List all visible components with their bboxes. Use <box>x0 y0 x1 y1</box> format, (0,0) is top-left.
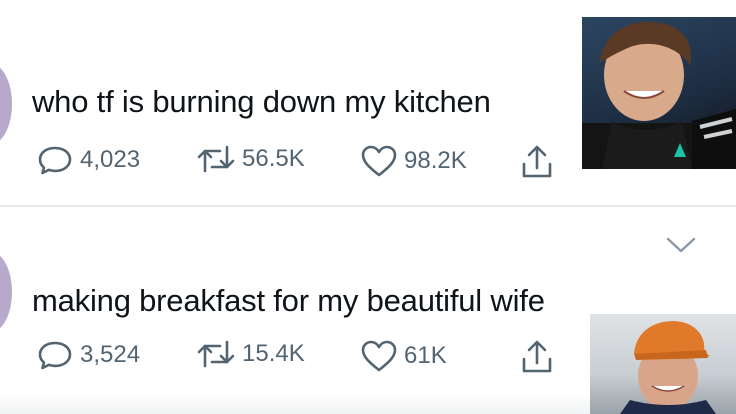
tweet-1[interactable]: who tf is burning down my kitchen 4,023 … <box>0 0 736 205</box>
reply-icon <box>36 144 74 176</box>
share-button[interactable] <box>520 339 554 375</box>
like-button[interactable]: 61K <box>360 339 447 373</box>
reply-count: 4,023 <box>80 146 141 173</box>
share-icon <box>520 339 554 375</box>
reply-count: 3,524 <box>80 341 141 368</box>
avatar[interactable] <box>0 64 12 144</box>
photo-smiling-driver <box>582 17 736 169</box>
retweet-count: 15.4K <box>242 340 305 367</box>
chevron-down-icon[interactable] <box>666 237 696 258</box>
reply-button[interactable]: 4,023 <box>36 144 140 176</box>
retweet-button[interactable]: 15.4K <box>196 339 305 369</box>
share-icon <box>520 144 554 180</box>
like-count: 61K <box>404 342 447 369</box>
tweet-text: who tf is burning down my kitchen <box>32 84 491 119</box>
retweet-count: 56.5K <box>242 145 305 172</box>
heart-icon <box>360 144 398 178</box>
retweet-button[interactable]: 56.5K <box>196 144 305 174</box>
avatar[interactable] <box>0 252 12 332</box>
reply-button[interactable]: 3,524 <box>36 339 140 371</box>
tweet-text: making breakfast for my beautiful wife <box>32 283 545 318</box>
share-button[interactable] <box>520 144 554 180</box>
photo-driver-orange-cap <box>590 314 736 414</box>
retweet-icon <box>196 144 236 174</box>
like-count: 98.2K <box>404 147 467 174</box>
retweet-icon <box>196 339 236 369</box>
like-button[interactable]: 98.2K <box>360 144 467 178</box>
next-tweet-preview <box>0 394 590 414</box>
reply-icon <box>36 339 74 371</box>
heart-icon <box>360 339 398 373</box>
tweet-actions: 4,023 56.5K 98.2K <box>36 144 576 184</box>
tweet-actions: 3,524 15.4K 61K <box>36 339 576 379</box>
